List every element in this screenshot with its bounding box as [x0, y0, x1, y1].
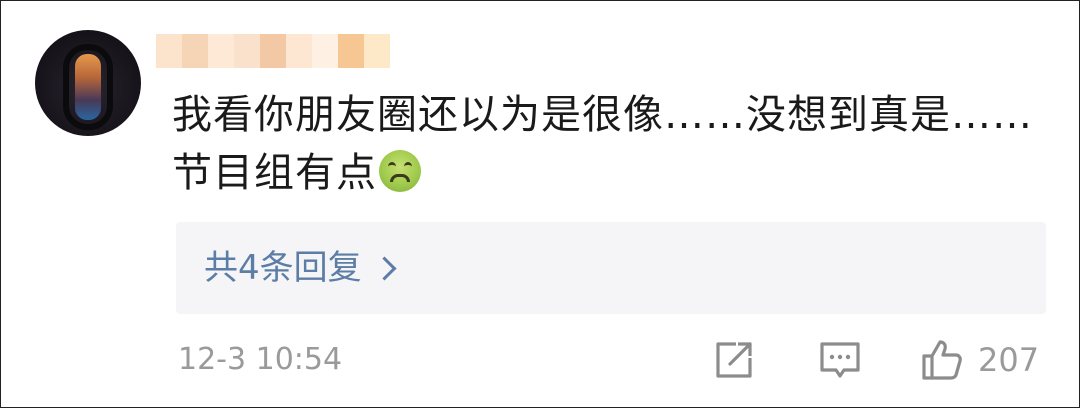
username-blur-block — [286, 34, 312, 68]
replies-label: 共4条回复 — [204, 248, 362, 288]
share-icon — [716, 342, 752, 378]
username-blur-block — [312, 34, 338, 68]
comment-button[interactable] — [818, 338, 862, 386]
comment-text: 我看你朋友圈还以为是很像……没想到真是……节目组有点 — [172, 86, 1052, 202]
view-replies-link[interactable]: 共4条回复 — [204, 246, 397, 290]
like-button[interactable]: 207 — [920, 338, 1039, 382]
emoji-eye-left — [388, 162, 396, 171]
thumbs-up-icon — [922, 340, 962, 380]
comment-body: 我看你朋友圈还以为是很像……没想到真是……节目组有点 — [172, 92, 1033, 196]
username-blur-block — [364, 34, 390, 68]
replies-box: 共4条回复 — [176, 222, 1046, 314]
chevron-right-icon — [372, 255, 397, 281]
like-count: 207 — [978, 341, 1040, 379]
emoji-eye-right — [404, 162, 412, 171]
avatar[interactable] — [35, 30, 141, 136]
emoji-mouth — [390, 174, 410, 182]
username-blur-block — [260, 34, 286, 68]
username-blurred[interactable] — [156, 34, 390, 68]
comment-icon — [820, 342, 860, 378]
username-blur-block — [156, 34, 182, 68]
repost-button[interactable] — [712, 338, 756, 386]
sick-face-emoji — [379, 150, 421, 192]
username-blur-block — [338, 34, 364, 68]
avatar-hood — [63, 44, 113, 130]
username-blur-block — [182, 34, 208, 68]
username-blur-block — [208, 34, 234, 68]
username-blur-block — [234, 34, 260, 68]
comment-item: 我看你朋友圈还以为是很像……没想到真是……节目组有点 共4条回复 12-3 10… — [0, 0, 1080, 408]
timestamp: 12-3 10:54 — [178, 342, 343, 377]
